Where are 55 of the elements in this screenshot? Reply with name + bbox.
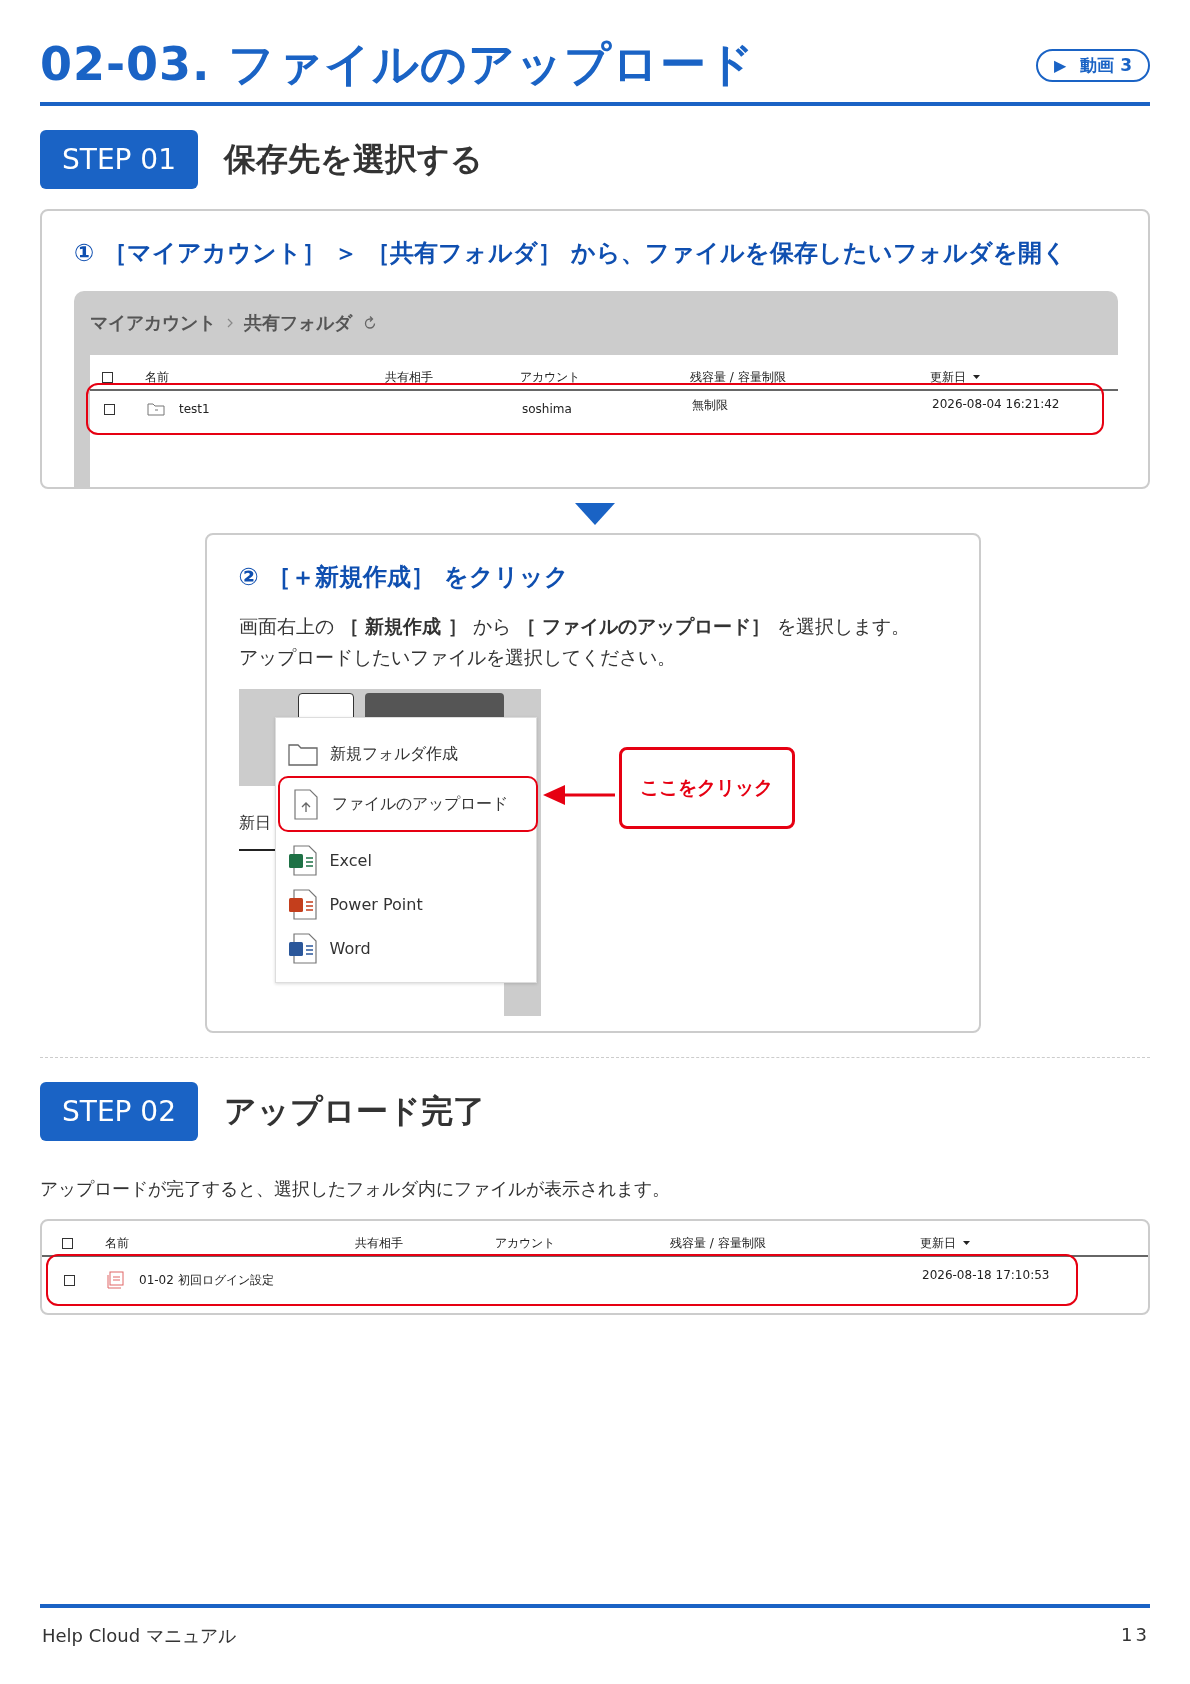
table-cell-text: 2026-08-18 17:10:53 [922, 1268, 1051, 1282]
checkbox[interactable] [102, 371, 113, 383]
sort-caret-icon [972, 374, 981, 380]
column-header[interactable]: 共有相手 [385, 368, 520, 386]
down-arrow-icon [575, 503, 615, 525]
pdf-file-icon [107, 1271, 125, 1289]
instruction-heading: ② ［＋新規作成］ をクリック [238, 562, 570, 593]
column-header[interactable]: 名前 [145, 368, 385, 386]
step-badge: STEP 01 [40, 130, 198, 189]
page-title: 02-03. ファイルのアップロード [40, 36, 755, 93]
callout-box: ここをクリック [618, 747, 795, 829]
instruction-text: 画面右上の ［ 新規作成 ］ から ［ ファイルのアップロード］ を選択します。 [238, 614, 911, 639]
video-badge[interactable]: ▶ 動画 3 [1035, 48, 1150, 82]
checkbox[interactable] [64, 1274, 75, 1286]
excel-file-icon [287, 844, 318, 876]
checkbox[interactable] [62, 1237, 73, 1249]
folder-icon [287, 742, 318, 766]
menu-item[interactable]: Word [275, 926, 536, 970]
footer-text: Help Cloud マニュアル [42, 1624, 236, 1648]
column-header[interactable]: 残容量 / 容量制限 [690, 368, 930, 386]
checkbox[interactable] [104, 403, 115, 415]
menu-item[interactable]: ファイルのアップロード [277, 776, 538, 832]
column-header[interactable]: 更新日 [920, 1234, 1070, 1252]
menu-item[interactable]: Excel [275, 838, 536, 882]
table-cell-text: soshima [522, 402, 573, 416]
table-cell-text: 2026-08-04 16:21:42 [932, 397, 1061, 411]
table-cell-text: 無制限 [692, 397, 729, 414]
column-header[interactable]: アカウント [520, 368, 690, 386]
column-header[interactable]: 共有相手 [355, 1234, 495, 1252]
upload-file-icon [291, 788, 320, 820]
column-header[interactable]: 残容量 / 容量制限 [670, 1234, 920, 1252]
powerpoint-file-icon [287, 888, 318, 920]
folder-icon [147, 402, 165, 416]
menu-item[interactable]: Power Point [275, 882, 536, 926]
column-header[interactable]: 更新日 [930, 368, 1080, 386]
instruction-text: アップロードしたいファイルを選択してください。 [238, 645, 677, 670]
instruction-heading: ① ［マイアカウント］ ＞ ［共有フォルダ］ から、ファイルを保存したいフォルダを開く [74, 238, 1068, 269]
menu-item[interactable]: 新規フォルダ作成 [275, 732, 536, 776]
file-name[interactable]: test1 [179, 402, 210, 416]
description-text: アップロードが完了すると、選択したフォルダ内にファイルが表示されます。 [40, 1177, 671, 1201]
word-file-icon [287, 932, 318, 964]
step-title: アップロード完了 [224, 1090, 485, 1132]
sort-caret-icon [962, 1240, 971, 1246]
step-badge: STEP 02 [40, 1082, 198, 1141]
breadcrumb-link[interactable]: 共有フォルダ [244, 311, 352, 335]
chevron-icon [226, 317, 234, 329]
step-title: 保存先を選択する [224, 138, 483, 180]
page-number: 13 [1121, 1624, 1150, 1647]
column-header: 新日 [238, 813, 271, 834]
file-name[interactable]: 01-02 初回ログイン設定 [139, 1271, 274, 1289]
breadcrumb-link[interactable]: マイアカウント [90, 311, 216, 335]
refresh-icon [362, 315, 378, 331]
column-header[interactable]: アカウント [495, 1234, 670, 1252]
column-header[interactable]: 名前 [105, 1234, 355, 1252]
arrow-icon [542, 783, 615, 807]
